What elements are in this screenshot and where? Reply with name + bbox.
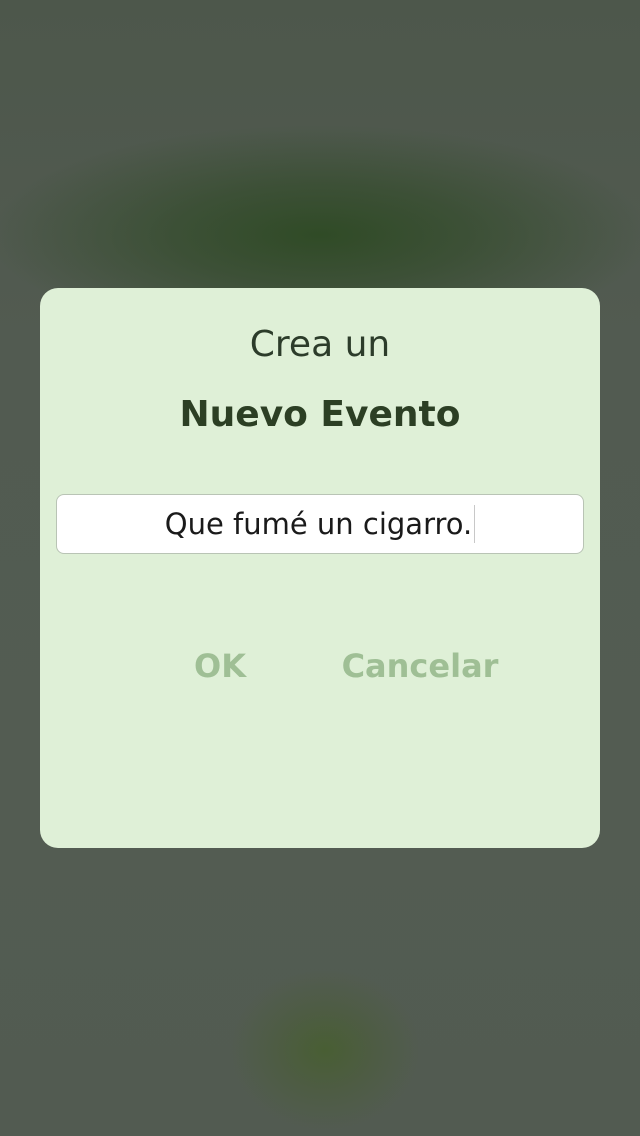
text-caret [474,505,476,543]
cancel-button[interactable]: Cancelar [330,643,510,689]
event-name-input[interactable]: Que fumé un cigarro. [56,494,584,554]
new-event-dialog [40,288,600,848]
ok-button[interactable]: OK [170,643,270,689]
event-name-input-value: Que fumé un cigarro. [164,507,473,541]
dialog-subtitle: Crea un [249,324,391,365]
dialog-title: Nuevo Evento [179,394,461,435]
